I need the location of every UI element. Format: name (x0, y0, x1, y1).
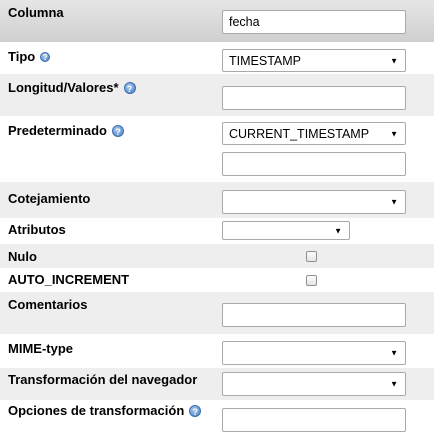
transformation-options-row: Opciones de transformación ? (0, 400, 434, 448)
attributes-label: Atributos (8, 222, 66, 237)
default-select[interactable]: CURRENT_TIMESTAMP ▼ (222, 122, 406, 145)
browser-transformation-select[interactable]: ▼ (222, 372, 406, 396)
column-header-row: Columna fecha (0, 0, 434, 43)
chevron-down-icon: ▼ (334, 226, 342, 235)
transformation-options-label: Opciones de transformación (8, 403, 185, 418)
default-row: Predeterminado ? CURRENT_TIMESTAMP ▼ (0, 116, 434, 182)
default-select-value: CURRENT_TIMESTAMP (229, 126, 370, 141)
attributes-select[interactable]: ▼ (222, 221, 350, 240)
chevron-down-icon: ▼ (390, 197, 398, 207)
type-label: Tipo (8, 49, 36, 64)
help-icon[interactable]: ? (111, 124, 124, 137)
mime-type-label: MIME-type (8, 341, 73, 356)
null-row: Nulo (0, 244, 434, 268)
auto-increment-row: AUTO_INCREMENT (0, 268, 434, 292)
length-row: Longitud/Valores* ? (0, 74, 434, 116)
browser-transformation-row: Transformación del navegador ▼ (0, 368, 434, 400)
default-label: Predeterminado (8, 123, 107, 138)
length-label: Longitud/Valores* (8, 80, 119, 95)
column-label: Columna (8, 5, 64, 20)
help-icon[interactable]: ? (40, 51, 51, 62)
mime-type-select[interactable]: ▼ (222, 341, 406, 365)
comments-input[interactable] (222, 303, 406, 327)
type-select-value: TIMESTAMP (229, 53, 301, 68)
column-name-value: fecha (229, 15, 260, 29)
collation-select[interactable]: ▼ (222, 190, 406, 214)
attributes-row: Atributos ▼ (0, 218, 434, 244)
chevron-down-icon: ▼ (390, 348, 398, 358)
null-checkbox[interactable] (306, 251, 317, 262)
length-input[interactable] (222, 86, 406, 110)
auto-increment-checkbox[interactable] (306, 275, 317, 286)
help-icon[interactable]: ? (123, 81, 136, 94)
default-value-input[interactable] (222, 152, 406, 176)
auto-increment-label: AUTO_INCREMENT (8, 272, 130, 287)
chevron-down-icon: ▼ (390, 379, 398, 389)
chevron-down-icon: ▼ (390, 129, 398, 138)
type-row: Tipo ? TIMESTAMP ▼ (0, 42, 434, 74)
comments-label: Comentarios (8, 297, 88, 312)
help-icon[interactable]: ? (189, 404, 202, 417)
null-label: Nulo (8, 249, 37, 264)
mime-type-row: MIME-type ▼ (0, 334, 434, 368)
browser-transformation-label: Transformación del navegador (8, 372, 198, 387)
transformation-options-input[interactable] (222, 408, 406, 432)
collation-label: Cotejamiento (8, 191, 91, 206)
comments-row: Comentarios (0, 292, 434, 334)
column-name-input[interactable]: fecha (222, 10, 406, 34)
type-select[interactable]: TIMESTAMP ▼ (222, 49, 406, 72)
chevron-down-icon: ▼ (390, 56, 398, 65)
collation-row: Cotejamiento ▼ (0, 182, 434, 218)
